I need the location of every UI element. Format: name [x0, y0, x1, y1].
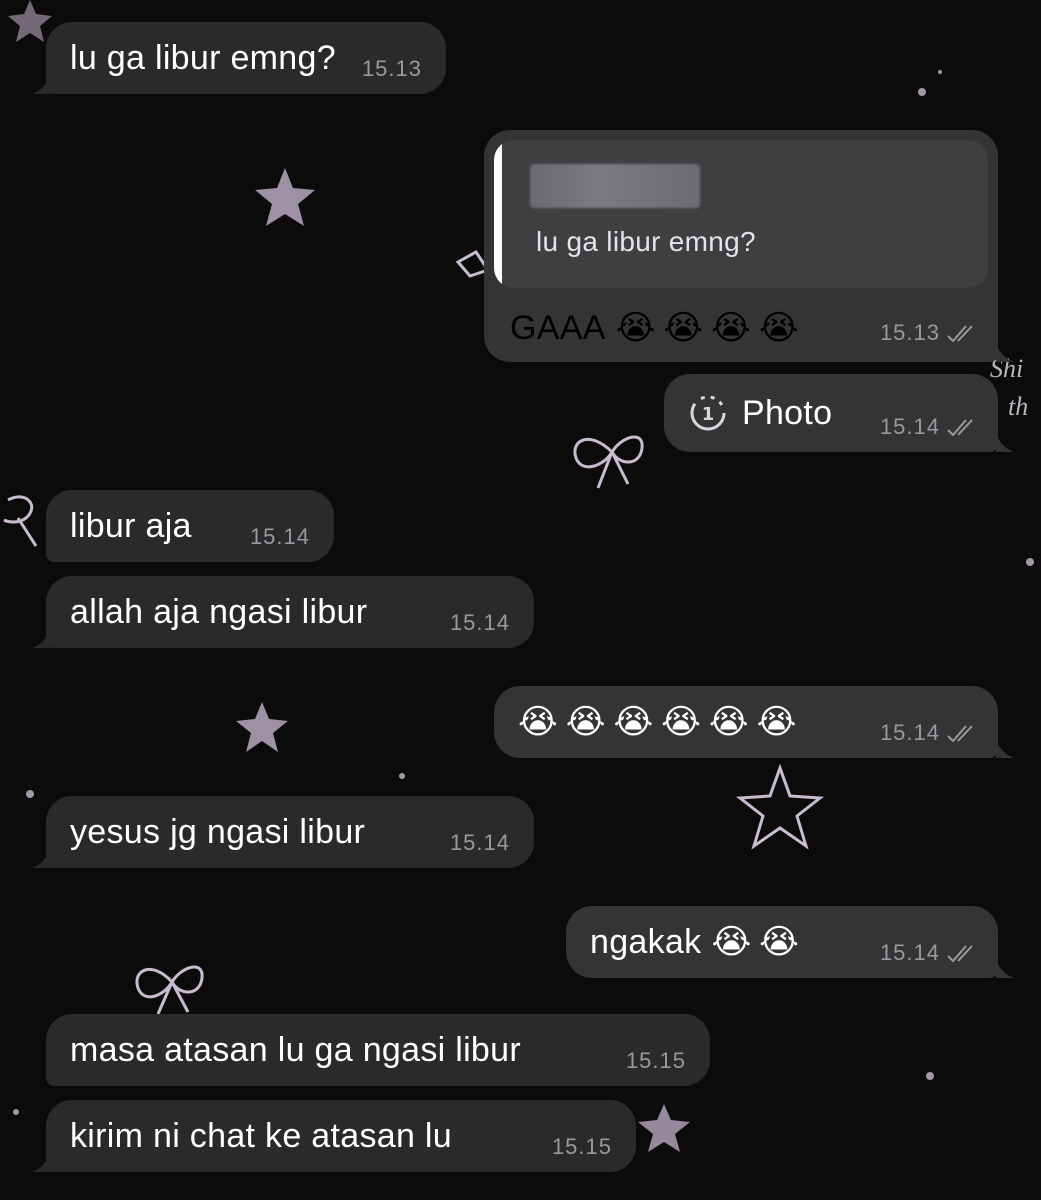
reply-sender-redacted — [530, 164, 700, 208]
star-decoration-3 — [638, 1104, 690, 1152]
double-check-icon — [947, 725, 973, 742]
bow-decoration-1 — [573, 435, 644, 489]
message-text: GAAA — [510, 308, 606, 347]
message-bubble-incoming[interactable]: libur aja 15.14 — [46, 490, 334, 562]
message-bubble-outgoing[interactable]: 😭😭😭😭😭😭 15.14 — [494, 686, 998, 758]
message-bubble-outgoing-reply[interactable]: lu ga libur emng? GAAA 😭😭😭😭 15.13 — [484, 130, 998, 362]
message-timestamp: 15.14 — [449, 830, 510, 855]
message-text: allah aja ngasi libur — [70, 592, 368, 631]
message-text: masa atasan lu ga ngasi libur — [70, 1030, 521, 1069]
wallpaper-text-2: th — [1008, 392, 1029, 421]
bubble-tail-outgoing — [996, 740, 1014, 758]
message-text: kirim ni chat ke atasan lu — [70, 1116, 452, 1155]
chat-canvas: Shi th lu ga libur emng? 15.13 lu ga lib… — [0, 0, 1041, 1200]
message-meta: 15.14 — [224, 524, 310, 550]
message-meta: 15.15 — [600, 1048, 686, 1074]
star-decoration-4 — [8, 0, 52, 42]
message-bubble-incoming[interactable]: allah aja ngasi libur 15.14 — [46, 576, 534, 648]
message-meta: 15.14 — [854, 414, 974, 440]
message-meta: 15.13 — [336, 56, 422, 82]
bubble-tail-outgoing — [996, 434, 1014, 452]
bubble-tail-incoming — [32, 630, 50, 648]
message-timestamp: 15.14 — [879, 414, 940, 439]
message-timestamp: 15.14 — [249, 524, 310, 549]
message-bubble-outgoing-photo[interactable]: 1 Photo 15.14 — [664, 374, 998, 452]
message-bubble-incoming[interactable]: lu ga libur emng? 15.13 — [46, 22, 446, 94]
svg-text:1: 1 — [702, 404, 715, 425]
double-check-icon — [947, 945, 973, 962]
message-meta: 15.14 — [424, 830, 510, 856]
message-meta: 15.14 — [854, 720, 974, 746]
view-once-icon[interactable]: 1 — [688, 393, 728, 433]
bubble-tail-outgoing — [996, 344, 1014, 362]
message-meta: 15.14 — [854, 940, 974, 966]
message-meta: 15.13 — [854, 306, 974, 346]
reply-quote-bar — [494, 140, 502, 288]
message-emoji: 😭😭😭😭😭😭 — [518, 702, 805, 742]
message-text: Photo — [742, 393, 833, 432]
message-bubble-incoming[interactable]: kirim ni chat ke atasan lu 15.15 — [46, 1100, 636, 1172]
bubble-tail-outgoing — [996, 960, 1014, 978]
double-check-icon — [947, 325, 973, 342]
message-text: ngakak — [590, 922, 702, 961]
message-timestamp: 15.14 — [879, 940, 940, 965]
message-meta: 15.15 — [526, 1134, 612, 1160]
double-check-icon — [947, 419, 973, 436]
star-decoration-2 — [236, 702, 288, 752]
message-bubble-incoming[interactable]: yesus jg ngasi libur 15.14 — [46, 796, 534, 868]
message-emoji: 😭😭😭😭 — [615, 308, 807, 348]
message-timestamp: 15.14 — [879, 720, 940, 745]
message-text: lu ga libur emng? — [70, 38, 336, 77]
message-timestamp: 15.13 — [879, 320, 940, 345]
message-timestamp: 15.15 — [625, 1048, 686, 1073]
reply-quote-text: lu ga libur emng? — [536, 226, 756, 257]
message-text: yesus jg ngasi libur — [70, 812, 366, 851]
reply-message-body: GAAA 😭😭😭😭 15.13 — [510, 298, 974, 358]
bow-decoration-2 — [135, 965, 204, 1015]
bubble-tail-incoming — [32, 1154, 50, 1172]
message-bubble-outgoing[interactable]: ngakak 😭😭 15.14 — [566, 906, 998, 978]
message-text: libur aja — [70, 506, 192, 545]
message-emoji: 😭😭 — [711, 922, 807, 962]
letter-decoration — [3, 495, 38, 547]
message-timestamp: 15.15 — [551, 1134, 612, 1159]
message-bubble-incoming[interactable]: masa atasan lu ga ngasi libur 15.15 — [46, 1014, 710, 1086]
bubble-tail-incoming — [32, 76, 50, 94]
star-decoration-1 — [255, 168, 315, 226]
message-meta: 15.14 — [424, 610, 510, 636]
star-outline-decoration — [735, 763, 825, 850]
bubble-tail-incoming — [32, 850, 50, 868]
message-timestamp: 15.13 — [361, 56, 422, 81]
message-timestamp: 15.14 — [449, 610, 510, 635]
reply-quote[interactable]: lu ga libur emng? — [494, 140, 988, 288]
